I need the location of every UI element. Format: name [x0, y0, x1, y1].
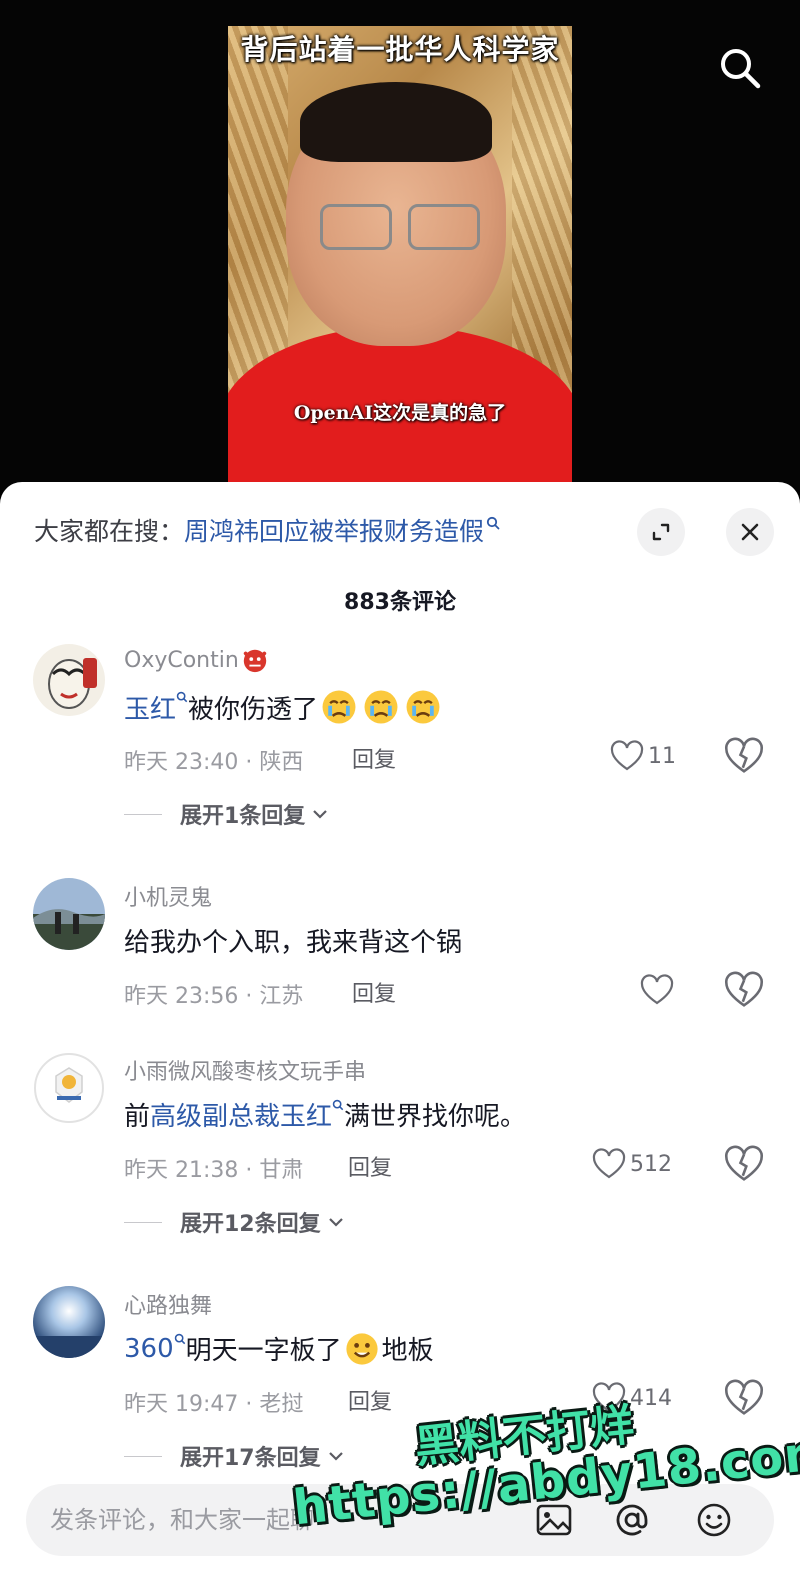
video-player[interactable]: 背后站着一批华人科学家 OpenAI这次是真的急了: [0, 0, 800, 490]
dislike-button[interactable]: [724, 1378, 764, 1418]
video-subtitle: OpenAI这次是真的急了: [293, 402, 507, 424]
chevron-down-icon: [328, 1218, 343, 1227]
like-button[interactable]: [640, 970, 678, 1010]
expand-replies-label: 展开17条回复: [180, 1446, 321, 1471]
avatar[interactable]: [33, 878, 105, 950]
small-search-icon: [332, 1099, 344, 1110]
grinning-face-emoji-icon: [346, 1332, 378, 1365]
avatar[interactable]: [33, 644, 105, 716]
chevron-down-icon: [313, 810, 328, 819]
comment-keyword-link[interactable]: 360: [124, 1334, 174, 1364]
comment-username[interactable]: 小机灵鬼: [124, 880, 212, 912]
emoji-icon[interactable]: [692, 1498, 736, 1542]
like-button[interactable]: 512: [592, 1144, 672, 1184]
avatar[interactable]: [33, 1286, 105, 1358]
comment-username-text: OxyContin: [124, 647, 239, 673]
trending-search-prefix: 大家都在搜：: [34, 517, 185, 546]
comment-sheet: 大家都在搜： 周鸿祎回应被举报财务造假 883条评论 OxyContin 玉红 …: [0, 482, 800, 1593]
comment-meta: 昨天 23:56 · 江苏: [124, 984, 304, 1009]
comment-count: 883条评论: [344, 590, 456, 615]
reply-button[interactable]: 回复: [352, 742, 396, 774]
person-glasses: [320, 204, 480, 250]
reply-button[interactable]: 回复: [348, 1150, 392, 1182]
comment-text-body: 被你伤透了: [188, 694, 319, 725]
comment-text-prefix: 前: [124, 1102, 151, 1132]
dislike-button[interactable]: [724, 970, 764, 1010]
comment-text: 玉红 被你伤透了: [124, 688, 444, 726]
like-button[interactable]: 11: [610, 736, 676, 776]
comment-username[interactable]: 心路独舞: [124, 1288, 212, 1320]
like-count: 11: [648, 743, 676, 769]
expand-replies-label: 展开12条回复: [180, 1212, 321, 1237]
avatar[interactable]: [33, 1052, 105, 1124]
video-frame[interactable]: 背后站着一批华人科学家 OpenAI这次是真的急了: [228, 26, 572, 490]
heart-icon: [592, 1148, 626, 1179]
comment-text: 给我办个入职，我来背这个锅: [124, 928, 463, 958]
comment-meta: 昨天 21:38 · 甘肃: [124, 1158, 304, 1183]
small-search-icon: [486, 507, 500, 536]
reply-button[interactable]: 回复: [348, 1384, 392, 1416]
dislike-button[interactable]: [724, 736, 764, 776]
mention-icon[interactable]: [610, 1498, 654, 1542]
expand-replies-button[interactable]: 展开12条回复: [124, 1206, 347, 1238]
broken-heart-icon: [725, 971, 763, 1007]
comment-text-body: 地板: [381, 1336, 434, 1366]
expand-replies-button[interactable]: 展开17条回复: [124, 1440, 347, 1472]
comment-keyword-link[interactable]: 高级副总裁玉红: [150, 1096, 332, 1133]
expand-button[interactable]: [637, 508, 685, 556]
person-hair: [300, 82, 492, 162]
comment-text: 360 明天一字板了 地板: [124, 1330, 434, 1367]
dislike-button[interactable]: [724, 1144, 764, 1184]
crying-face-emoji-icon: [364, 690, 398, 724]
comment-text-body: 满世界找你呢。: [344, 1102, 527, 1132]
ogre-emoji-icon: [243, 649, 267, 673]
heart-icon: [610, 740, 644, 771]
trending-search-link[interactable]: 大家都在搜： 周鸿祎回应被举报财务造假: [34, 510, 500, 550]
close-icon: [741, 523, 759, 541]
expand-icon: [652, 523, 670, 541]
video-title-caption: 背后站着一批华人科学家: [240, 33, 560, 66]
like-count: 414: [630, 1385, 672, 1411]
comment-text-mid: 明天一字板了: [185, 1336, 342, 1366]
comment-meta: 昨天 19:47 · 老挝: [124, 1392, 304, 1417]
heart-icon: [640, 974, 674, 1005]
comment-keyword-link[interactable]: 玉红: [124, 689, 176, 726]
comment-username[interactable]: 小雨微风酸枣核文玩手串: [124, 1054, 366, 1086]
comment-text: 前 高级副总裁玉红 满世界找你呢。: [124, 1096, 526, 1133]
trending-search-term[interactable]: 周鸿祎回应被举报财务造假: [184, 512, 484, 548]
small-search-icon: [174, 1333, 185, 1344]
chevron-down-icon: [328, 1452, 343, 1461]
comment-username[interactable]: OxyContin: [124, 646, 271, 674]
reply-button[interactable]: 回复: [352, 976, 396, 1008]
expand-replies-button[interactable]: 展开1条回复: [124, 798, 331, 830]
expand-replies-label: 展开1条回复: [180, 804, 306, 829]
like-count: 512: [630, 1151, 672, 1177]
small-search-icon: [176, 691, 188, 703]
comment-meta: 昨天 23:40 · 陕西: [124, 750, 304, 775]
broken-heart-icon: [725, 1145, 763, 1181]
crying-face-emoji-icon: [406, 690, 440, 724]
close-button[interactable]: [726, 508, 774, 556]
broken-heart-icon: [725, 737, 763, 773]
crying-face-emoji-icon: [322, 690, 356, 724]
search-icon[interactable]: [716, 44, 764, 92]
broken-heart-icon: [725, 1379, 763, 1415]
